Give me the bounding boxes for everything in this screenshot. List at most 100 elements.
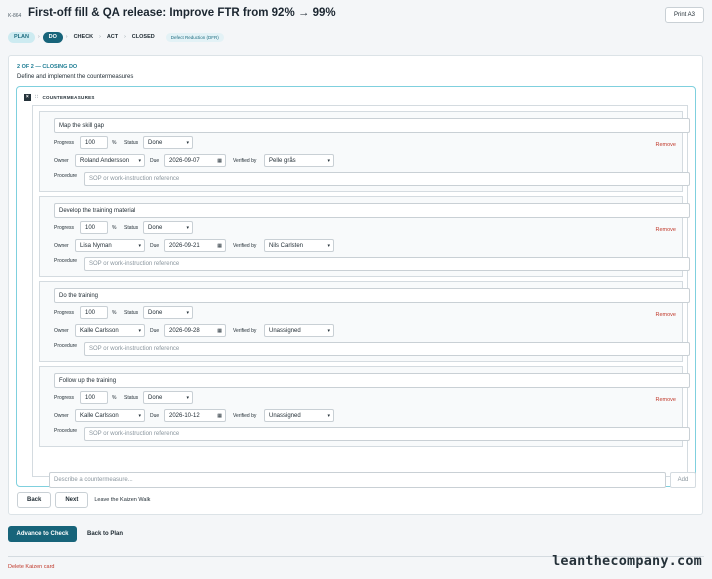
status-value: Done [148, 394, 163, 401]
due-date-input[interactable]: 2026-09-21 ▦ [164, 239, 226, 252]
chevron-down-icon: ▾ [186, 309, 189, 316]
progress-input[interactable]: 100 [80, 306, 108, 319]
status-value: Done [148, 309, 163, 316]
status-select[interactable]: Done ▾ [143, 306, 193, 319]
countermeasure-title-input[interactable]: Develop the training material [54, 203, 690, 218]
remove-countermeasure-link[interactable]: Remove [656, 397, 676, 403]
due-date-input[interactable]: 2026-10-12 ▦ [164, 409, 226, 422]
stage-closed[interactable]: CLOSED [129, 34, 158, 40]
calendar-icon[interactable]: ▦ [217, 158, 222, 164]
owner-label: Owner [54, 158, 69, 164]
remove-countermeasure-link[interactable]: Remove [656, 227, 676, 233]
percent-label: % [112, 225, 117, 231]
countermeasures-section: × ∷ COUNTERMEASURES Map the skill gap Pr… [16, 86, 696, 488]
verified-by-select[interactable]: Unassigned ▾ [264, 409, 334, 422]
procedure-label: Procedure [54, 173, 78, 179]
procedure-input[interactable]: SOP or work-instruction reference [84, 342, 690, 356]
owner-select[interactable]: Kalle Carlsson ▾ [75, 324, 145, 337]
countermeasure-title-input[interactable]: Map the skill gap [54, 118, 690, 133]
chevron-down-icon: ▾ [138, 327, 141, 334]
due-value: 2026-09-21 [169, 242, 200, 249]
chevron-right-icon: › [65, 34, 68, 40]
remove-countermeasure-link[interactable]: Remove [656, 142, 676, 148]
owner-select[interactable]: Kalle Carlsson ▾ [75, 409, 145, 422]
due-label: Due [150, 328, 160, 334]
owner-label: Owner [54, 328, 69, 334]
countermeasure-title-input[interactable]: Follow up the training [54, 373, 690, 388]
add-countermeasure-button[interactable]: Add [670, 472, 696, 488]
verified-by-select[interactable]: Unassigned ▾ [264, 324, 334, 337]
progress-label: Progress [54, 395, 75, 401]
progress-input[interactable]: 100 [80, 391, 108, 404]
chevron-down-icon: ▾ [327, 242, 330, 249]
stage-check[interactable]: CHECK [71, 34, 97, 40]
new-countermeasure-input[interactable]: Describe a countermeasure... [49, 472, 666, 488]
procedure-input[interactable]: SOP or work-instruction reference [84, 172, 690, 186]
verified-by-label: Verified by [233, 413, 257, 419]
status-label: Status [124, 225, 139, 231]
drag-handle-icon[interactable]: ∷ [35, 94, 38, 100]
procedure-input[interactable]: SOP or work-instruction reference [84, 427, 690, 441]
due-date-input[interactable]: 2026-09-28 ▦ [164, 324, 226, 337]
countermeasure-card: Map the skill gap Progress 100 % Status … [39, 111, 690, 192]
percent-label: % [112, 140, 117, 146]
verified-by-select[interactable]: Pelle grås ▾ [264, 154, 334, 167]
stage-act[interactable]: ACT [104, 34, 121, 40]
due-value: 2026-09-28 [169, 327, 200, 334]
delete-card-link[interactable]: Delete Kaizen card [8, 564, 54, 570]
calendar-icon[interactable]: ▦ [217, 328, 222, 334]
status-select[interactable]: Done ▾ [143, 221, 193, 234]
do-step-panel: 2 OF 2 — CLOSING DO Define and implement… [8, 55, 703, 515]
status-label: Status [124, 395, 139, 401]
verified-by-select[interactable]: Nils Carlsten ▾ [264, 239, 334, 252]
due-value: 2026-10-12 [169, 412, 200, 419]
collapse-icon[interactable]: × [24, 93, 31, 101]
card-id: K-864 [8, 13, 22, 19]
procedure-label: Procedure [54, 428, 78, 434]
page-title: First-off fill & QA release: Improve FTR… [28, 7, 336, 19]
due-label: Due [150, 413, 160, 419]
progress-input[interactable]: 100 [80, 221, 108, 234]
status-select[interactable]: Done ▾ [143, 136, 193, 149]
due-label: Due [150, 243, 160, 249]
leave-walk-link[interactable]: Leave the Kaizen Walk [94, 497, 150, 503]
verified-by-label: Verified by [233, 158, 257, 164]
step-counter: 2 OF 2 — CLOSING DO [17, 64, 78, 70]
remove-countermeasure-link[interactable]: Remove [656, 312, 676, 318]
next-button[interactable]: Next [55, 492, 89, 508]
progress-label: Progress [54, 225, 75, 231]
chevron-down-icon: ▾ [138, 242, 141, 249]
due-value: 2026-09-07 [169, 157, 200, 164]
back-to-plan-button[interactable]: Back to Plan [87, 526, 123, 542]
verified-by-value: Unassigned [269, 412, 301, 419]
print-a3-button[interactable]: Print A3 [665, 7, 704, 23]
owner-value: Kalle Carlsson [80, 412, 119, 419]
due-label: Due [150, 158, 160, 164]
stage-do[interactable]: DO [42, 31, 63, 43]
countermeasure-title-input[interactable]: Do the training [54, 288, 690, 303]
chevron-down-icon: ▾ [327, 412, 330, 419]
verified-by-value: Unassigned [269, 327, 301, 334]
procedure-input[interactable]: SOP or work-instruction reference [84, 257, 690, 271]
chevron-down-icon: ▾ [186, 394, 189, 401]
chevron-down-icon: ▾ [138, 157, 141, 164]
progress-label: Progress [54, 140, 75, 146]
status-select[interactable]: Done ▾ [143, 391, 193, 404]
procedure-label: Procedure [54, 343, 78, 349]
calendar-icon[interactable]: ▦ [217, 413, 222, 419]
due-date-input[interactable]: 2026-09-07 ▦ [164, 154, 226, 167]
stage-plan[interactable]: PLAN [8, 31, 35, 43]
progress-input[interactable]: 100 [80, 136, 108, 149]
countermeasures-heading: COUNTERMEASURES [42, 94, 95, 100]
calendar-icon[interactable]: ▦ [217, 243, 222, 249]
page-header: K-864 First-off fill & QA release: Impro… [8, 7, 704, 27]
advance-to-check-button[interactable]: Advance to Check [8, 526, 77, 542]
owner-select[interactable]: Lisa Nyman ▾ [75, 239, 145, 252]
status-value: Done [148, 224, 163, 231]
owner-value: Lisa Nyman [80, 242, 112, 249]
chevron-down-icon: ▾ [327, 327, 330, 334]
back-button[interactable]: Back [17, 492, 52, 508]
countermeasure-list: Map the skill gap Progress 100 % Status … [32, 105, 696, 488]
owner-select[interactable]: Roland Andersson ▾ [75, 154, 145, 167]
step-description: Define and implement the countermeasures [17, 74, 134, 80]
